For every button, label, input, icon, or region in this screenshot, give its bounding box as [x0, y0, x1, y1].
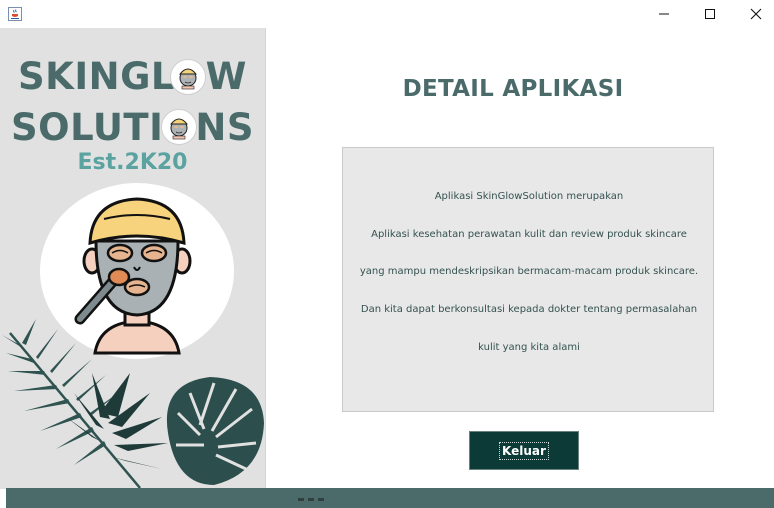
- description-line: yang mampu mendeskripsikan bermacam-maca…: [359, 266, 699, 277]
- exit-button[interactable]: Keluar: [469, 431, 579, 470]
- java-cup-icon: [8, 6, 22, 21]
- face-mask-logo-icon: [161, 109, 197, 145]
- close-button[interactable]: [733, 0, 774, 28]
- footer-mark: [298, 486, 328, 501]
- maximize-button[interactable]: [687, 0, 733, 28]
- description-line: Dan kita dapat berkonsultasi kepada dokt…: [360, 304, 698, 315]
- window-titlebar: [0, 0, 774, 28]
- exit-button-label: Keluar: [499, 441, 549, 460]
- brand-established: Est.2K20: [77, 150, 188, 175]
- brand-title-line-2: SOLUTIONS: [11, 106, 254, 149]
- description-line: Aplikasi kesehatan perawatan kulit dan r…: [371, 229, 687, 240]
- brand-title-line-1: SKINGLOW: [18, 55, 247, 98]
- description-line: kulit yang kita alami: [478, 342, 580, 353]
- minimize-button[interactable]: [641, 0, 687, 28]
- description-line: Aplikasi SkinGlowSolution merupakan: [434, 191, 624, 202]
- app-description-panel: Aplikasi SkinGlowSolution merupakan Apli…: [342, 147, 714, 412]
- maximize-icon: [704, 5, 716, 24]
- footer-bar: [6, 488, 774, 508]
- page-title: DETAIL APLIKASI: [402, 76, 624, 102]
- brand-panel: SKINGLOW SOLUTIONS Est.2K20: [0, 28, 266, 489]
- decorative-leaves: [0, 313, 265, 489]
- face-mask-logo-icon: [170, 59, 206, 95]
- minimize-icon: [658, 5, 670, 24]
- close-icon: [750, 5, 762, 24]
